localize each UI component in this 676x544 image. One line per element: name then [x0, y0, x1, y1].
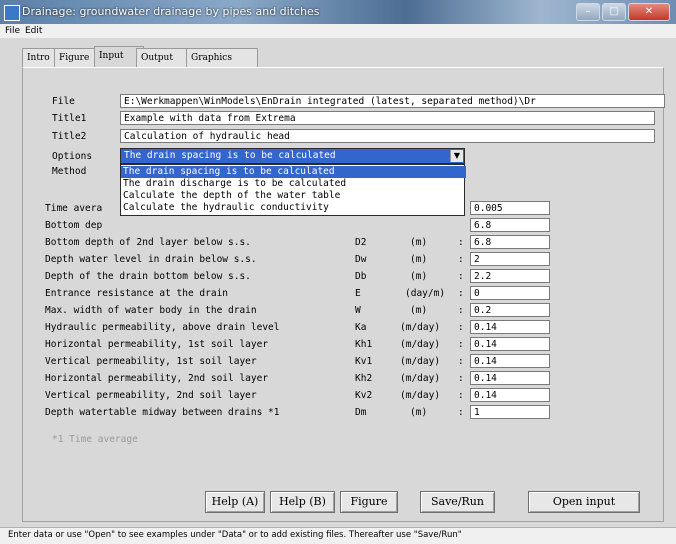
param-unit: (m/day): [400, 339, 441, 350]
menu-file[interactable]: File: [5, 24, 20, 38]
param-value-field[interactable]: 0: [470, 286, 550, 300]
param-value-field[interactable]: 6.8: [470, 235, 550, 249]
menu-bar: File Edit: [0, 24, 676, 38]
chevron-down-icon[interactable]: ▼: [450, 150, 463, 162]
param-colon: :: [458, 288, 464, 299]
param-colon: :: [458, 322, 464, 333]
param-colon: :: [458, 373, 464, 384]
options-dropdown-list: The drain spacing is to be calculated Th…: [120, 164, 466, 216]
param-symbol: Dw: [355, 254, 367, 265]
options-selected: The drain spacing is to be calculated: [124, 150, 336, 161]
param-label: Bottom depth of 2nd layer below s.s.: [45, 237, 251, 248]
tab-graphics[interactable]: Graphics: [186, 48, 258, 68]
param-label: Depth water level in drain below s.s.: [45, 254, 257, 265]
param-value-field[interactable]: 0.14: [470, 388, 550, 402]
param-unit: (day/m): [405, 288, 446, 299]
help-b-button[interactable]: Help (B): [270, 491, 335, 513]
param-colon: :: [458, 407, 464, 418]
param-colon: :: [458, 390, 464, 401]
param-symbol: Ka: [355, 322, 367, 333]
param-unit: (m/day): [400, 322, 441, 333]
param-value-field[interactable]: 2: [470, 252, 550, 266]
param-symbol: Kv2: [355, 390, 373, 401]
param-colon: :: [458, 305, 464, 316]
minimize-button[interactable]: –: [576, 3, 600, 21]
param-unit: (m): [410, 254, 428, 265]
param-colon: :: [458, 339, 464, 350]
param-value-field[interactable]: 6.8: [470, 218, 550, 232]
open-input-button[interactable]: Open input: [528, 491, 640, 513]
param-label: Depth watertable midway between drains *…: [45, 407, 280, 418]
param-symbol: Dm: [355, 407, 367, 418]
param-symbol: D2: [355, 237, 367, 248]
param-value-field[interactable]: 0.14: [470, 337, 550, 351]
param-label: Vertical permeability, 2nd soil layer: [45, 390, 257, 401]
figure-button[interactable]: Figure: [340, 491, 398, 513]
options-combobox[interactable]: The drain spacing is to be calculated ▼: [120, 148, 465, 164]
status-bar: Enter data or use "Open" to see examples…: [0, 527, 676, 544]
maximize-button[interactable]: □: [602, 3, 626, 21]
param-unit: (m/day): [400, 373, 441, 384]
param-symbol: Kh2: [355, 373, 373, 384]
status-text: Enter data or use "Open" to see examples…: [8, 530, 462, 540]
file-label: File: [52, 96, 75, 107]
option-hydraulic-conductivity[interactable]: Calculate the hydraulic conductivity: [121, 202, 466, 214]
param-label: Time avera: [45, 203, 103, 214]
method-label: Method: [52, 166, 87, 177]
param-unit: (m): [410, 305, 428, 316]
param-unit: (m): [410, 237, 428, 248]
param-colon: :: [458, 237, 464, 248]
app-icon: [4, 5, 20, 21]
param-unit: (m/day): [400, 390, 441, 401]
param-value-field[interactable]: 0.14: [470, 320, 550, 334]
param-colon: :: [458, 271, 464, 282]
param-label: Bottom dep: [45, 220, 103, 231]
title-bar: Drainage: groundwater drainage by pipes …: [0, 0, 676, 24]
param-colon: :: [458, 356, 464, 367]
param-unit: (m): [410, 271, 428, 282]
param-value-field[interactable]: 0.14: [470, 371, 550, 385]
param-label: Vertical permeability, 1st soil layer: [45, 356, 257, 367]
title2-label: Title2: [52, 131, 87, 142]
param-symbol: Db: [355, 271, 367, 282]
option-drain-discharge[interactable]: The drain discharge is to be calculated: [121, 178, 466, 190]
param-value-field[interactable]: 0.2: [470, 303, 550, 317]
help-a-button[interactable]: Help (A): [205, 491, 265, 513]
option-drain-spacing[interactable]: The drain spacing is to be calculated: [121, 166, 466, 178]
param-label: Max. width of water body in the drain: [45, 305, 257, 316]
param-label: Horizontal permeability, 2nd soil layer: [45, 373, 269, 384]
param-label: Depth of the drain bottom below s.s.: [45, 271, 251, 282]
param-value-field[interactable]: 1: [470, 405, 550, 419]
options-label: Options: [52, 151, 93, 162]
window-title: Drainage: groundwater drainage by pipes …: [22, 5, 320, 18]
option-water-table-depth[interactable]: Calculate the depth of the water table: [121, 190, 466, 202]
title1-label: Title1: [52, 113, 87, 124]
footnote-text: *1 Time average: [52, 434, 138, 445]
title2-field[interactable]: Calculation of hydraulic head: [120, 129, 655, 143]
close-button[interactable]: ✕: [628, 3, 670, 21]
param-unit: (m): [410, 407, 428, 418]
param-symbol: W: [355, 305, 361, 316]
menu-edit[interactable]: Edit: [25, 24, 42, 38]
param-label: Entrance resistance at the drain: [45, 288, 229, 299]
param-unit: (m/day): [400, 356, 441, 367]
title1-field[interactable]: Example with data from Extrema: [120, 111, 655, 125]
param-value-field[interactable]: 2.2: [470, 269, 550, 283]
param-value-field[interactable]: 0.005: [470, 201, 550, 215]
save-run-button[interactable]: Save/Run: [420, 491, 495, 513]
file-path-field[interactable]: E:\Werkmappen\WinModels\EnDrain integrat…: [120, 94, 665, 108]
param-label: Hydraulic permeability, above drain leve…: [45, 322, 280, 333]
param-label: Horizontal permeability, 1st soil layer: [45, 339, 269, 350]
param-colon: :: [458, 254, 464, 265]
param-symbol: Kv1: [355, 356, 373, 367]
param-symbol: E: [355, 288, 361, 299]
param-symbol: Kh1: [355, 339, 373, 350]
param-value-field[interactable]: 0.14: [470, 354, 550, 368]
